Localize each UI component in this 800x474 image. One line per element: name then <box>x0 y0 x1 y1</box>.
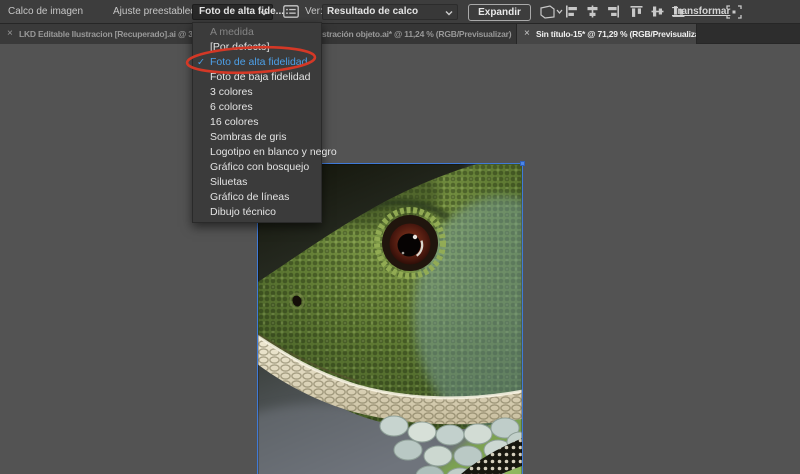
tab-close-icon[interactable]: × <box>524 24 530 44</box>
tab-bar: × LKD Editable Ilustracion [Recuperado].a… <box>0 24 800 44</box>
tab-title: LKD Editable Ilustracion [Recuperado].ai… <box>19 29 197 39</box>
expand-button[interactable]: Expandir <box>468 4 531 21</box>
menu-item-3-colores[interactable]: 3 colores <box>193 85 321 100</box>
align-center-horizontal-icon[interactable] <box>586 5 599 18</box>
image-trace-control-bar: Calco de imagen Ajuste preestablecido: F… <box>0 0 800 24</box>
preset-select-value: Foto de alta fide... <box>199 6 285 17</box>
menu-item-dibujo-t-cnico[interactable]: Dibujo técnico <box>193 205 321 220</box>
menu-item-gr-fico-de-l-neas[interactable]: Gráfico de líneas <box>193 190 321 205</box>
tab-title: stración objeto.ai* @ 11,24 % (RGB/Previ… <box>322 29 512 39</box>
menu-item-label: Foto de baja fidelidad <box>210 71 311 83</box>
tab-title: Sin título-15* @ 71,29 % (RGB/Previsuali… <box>536 29 697 39</box>
menu-item-label: [Por defecto] <box>210 41 270 53</box>
chevron-down-icon <box>260 11 268 16</box>
transform-link[interactable]: Transformar <box>672 0 730 24</box>
menu-item-label: A medida <box>210 26 254 38</box>
menu-item-a-medida: A medida <box>193 25 321 40</box>
preset-dropdown-menu: A medida [Por defecto] ✓ Foto de alta fidel… <box>192 22 337 223</box>
illustrator-window: Calco de imagen Ajuste preestablecido: F… <box>0 0 800 474</box>
align-left-icon[interactable] <box>565 5 578 18</box>
chevron-down-icon <box>445 11 453 16</box>
menu-item-6-colores[interactable]: 6 colores <box>193 100 321 115</box>
view-select[interactable]: Resultado de calco <box>322 4 458 20</box>
view-select-value: Resultado de calco <box>327 6 419 17</box>
selection-handle[interactable] <box>520 161 525 166</box>
menu-item-foto-de-alta-fidelidad[interactable]: ✓ Foto de alta fidelidad <box>193 55 321 70</box>
menu-item-label: 3 colores <box>210 86 253 98</box>
menu-item-por-defecto[interactable]: [Por defecto] <box>193 40 321 55</box>
menu-item-label: Sombras de gris <box>210 131 287 143</box>
view-label: Ver: <box>305 6 323 17</box>
menu-item-label: Logotipo en blanco y negro <box>210 146 337 158</box>
tab-close-icon[interactable]: × <box>7 24 13 44</box>
menu-item-label: Gráfico de líneas <box>210 191 290 203</box>
free-transform-icon[interactable] <box>726 5 742 19</box>
checkmark-icon: ✓ <box>197 57 205 68</box>
menu-item-16-colores[interactable]: 16 colores <box>193 115 321 130</box>
menu-item-sombras-de-gris[interactable]: Sombras de gris <box>193 130 321 145</box>
align-right-icon[interactable] <box>607 5 620 18</box>
align-center-vertical-icon[interactable] <box>651 5 664 18</box>
preset-select[interactable]: Foto de alta fide... <box>192 4 284 20</box>
panel-toggle-icon[interactable] <box>283 5 299 18</box>
menu-item-label: Dibujo técnico <box>210 206 276 218</box>
menu-item-logotipo-en-blanco-y-negro[interactable]: Logotipo en blanco y negro <box>193 145 337 160</box>
menu-item-siluetas[interactable]: Siluetas <box>193 175 321 190</box>
menu-item-label: 16 colores <box>210 116 259 128</box>
menu-item-gr-fico-con-bosquejo[interactable]: Gráfico con bosquejo <box>193 160 321 175</box>
align-top-icon[interactable] <box>630 5 643 18</box>
panel-context-label: Calco de imagen <box>8 6 84 17</box>
menu-item-foto-de-baja-fidelidad[interactable]: Foto de baja fidelidad <box>193 70 321 85</box>
menu-item-label: Gráfico con bosquejo <box>210 161 310 173</box>
drawing-style-icon[interactable] <box>540 5 564 19</box>
canvas-area[interactable] <box>0 44 800 474</box>
menu-item-label: 6 colores <box>210 101 253 113</box>
document-tab-3[interactable]: × Sin título-15* @ 71,29 % (RGB/Previsual… <box>517 24 697 44</box>
menu-item-label: Siluetas <box>210 176 248 188</box>
document-tab-1[interactable]: × LKD Editable Ilustracion [Recuperado].a… <box>0 24 197 44</box>
menu-item-label: Foto de alta fidelidad <box>210 56 308 68</box>
